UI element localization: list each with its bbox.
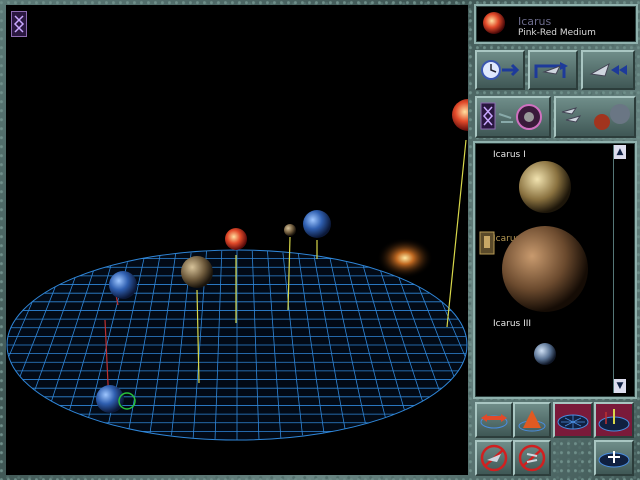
camera-view-button[interactable] <box>513 402 551 438</box>
star-system-blue-left <box>109 271 137 299</box>
star-system-brown <box>181 256 213 288</box>
planet-2-image[interactable] <box>495 225 595 315</box>
galaxy-fleet-button[interactable] <box>475 96 551 138</box>
grid-plane <box>6 249 468 441</box>
star-system-small <box>284 224 296 236</box>
planet-list-scrollbar[interactable]: ▲ ▼ <box>613 145 626 393</box>
sidebar: Icarus Pink-Red Medium Icarus I Icarus I… <box>471 0 640 480</box>
star-system-blue <box>303 210 331 238</box>
star-map-canvas <box>6 99 468 441</box>
star-map-viewport[interactable] <box>6 5 468 475</box>
no-ships-button[interactable] <box>513 440 551 476</box>
star-system-edge-red <box>452 99 468 131</box>
scroll-down-button[interactable]: ▼ <box>614 379 626 393</box>
grid-marker-icon <box>598 409 630 432</box>
time-forward-icon <box>481 60 520 80</box>
grid-toggle-button[interactable] <box>553 402 593 438</box>
fleet-move-icon <box>589 62 627 77</box>
spiral-galaxy <box>377 238 433 278</box>
star-icon <box>483 12 505 34</box>
grid-marker-button[interactable] <box>594 402 634 438</box>
time-forward-button[interactable] <box>475 50 525 90</box>
fleet-move-button[interactable] <box>581 50 635 90</box>
planet-name-3: Icarus III <box>493 319 532 329</box>
grid-icon <box>557 414 589 430</box>
no-ships-icon <box>518 444 546 472</box>
fleet-planets-button[interactable] <box>554 96 636 138</box>
planet-3-image[interactable] <box>530 339 560 369</box>
grid-add-button[interactable] <box>594 440 634 476</box>
no-fleet-icon <box>480 444 508 472</box>
fleet-planets-icon <box>561 104 630 130</box>
star-info-panel: Icarus Pink-Red Medium <box>474 4 638 44</box>
grid-add-icon <box>598 451 630 468</box>
fleet-transfer-button[interactable] <box>528 50 578 90</box>
galaxy-fleet-icon <box>480 102 542 130</box>
no-fleet-button[interactable] <box>475 440 513 476</box>
zoom-arrows-icon <box>480 414 508 429</box>
star-name: Icarus <box>518 15 552 28</box>
game-window: Icarus Pink-Red Medium Icarus I Icarus I… <box>0 0 640 480</box>
planet-1-image[interactable] <box>515 157 575 217</box>
camera-view-icon <box>518 410 546 432</box>
star-type: Pink-Red Medium <box>518 28 596 38</box>
zoom-arrows-button[interactable] <box>475 402 513 438</box>
galaxy-map-icon[interactable] <box>11 11 27 37</box>
scroll-up-button[interactable]: ▲ <box>614 145 626 159</box>
fleet-transfer-icon <box>534 62 568 78</box>
star-system-red <box>225 228 247 250</box>
